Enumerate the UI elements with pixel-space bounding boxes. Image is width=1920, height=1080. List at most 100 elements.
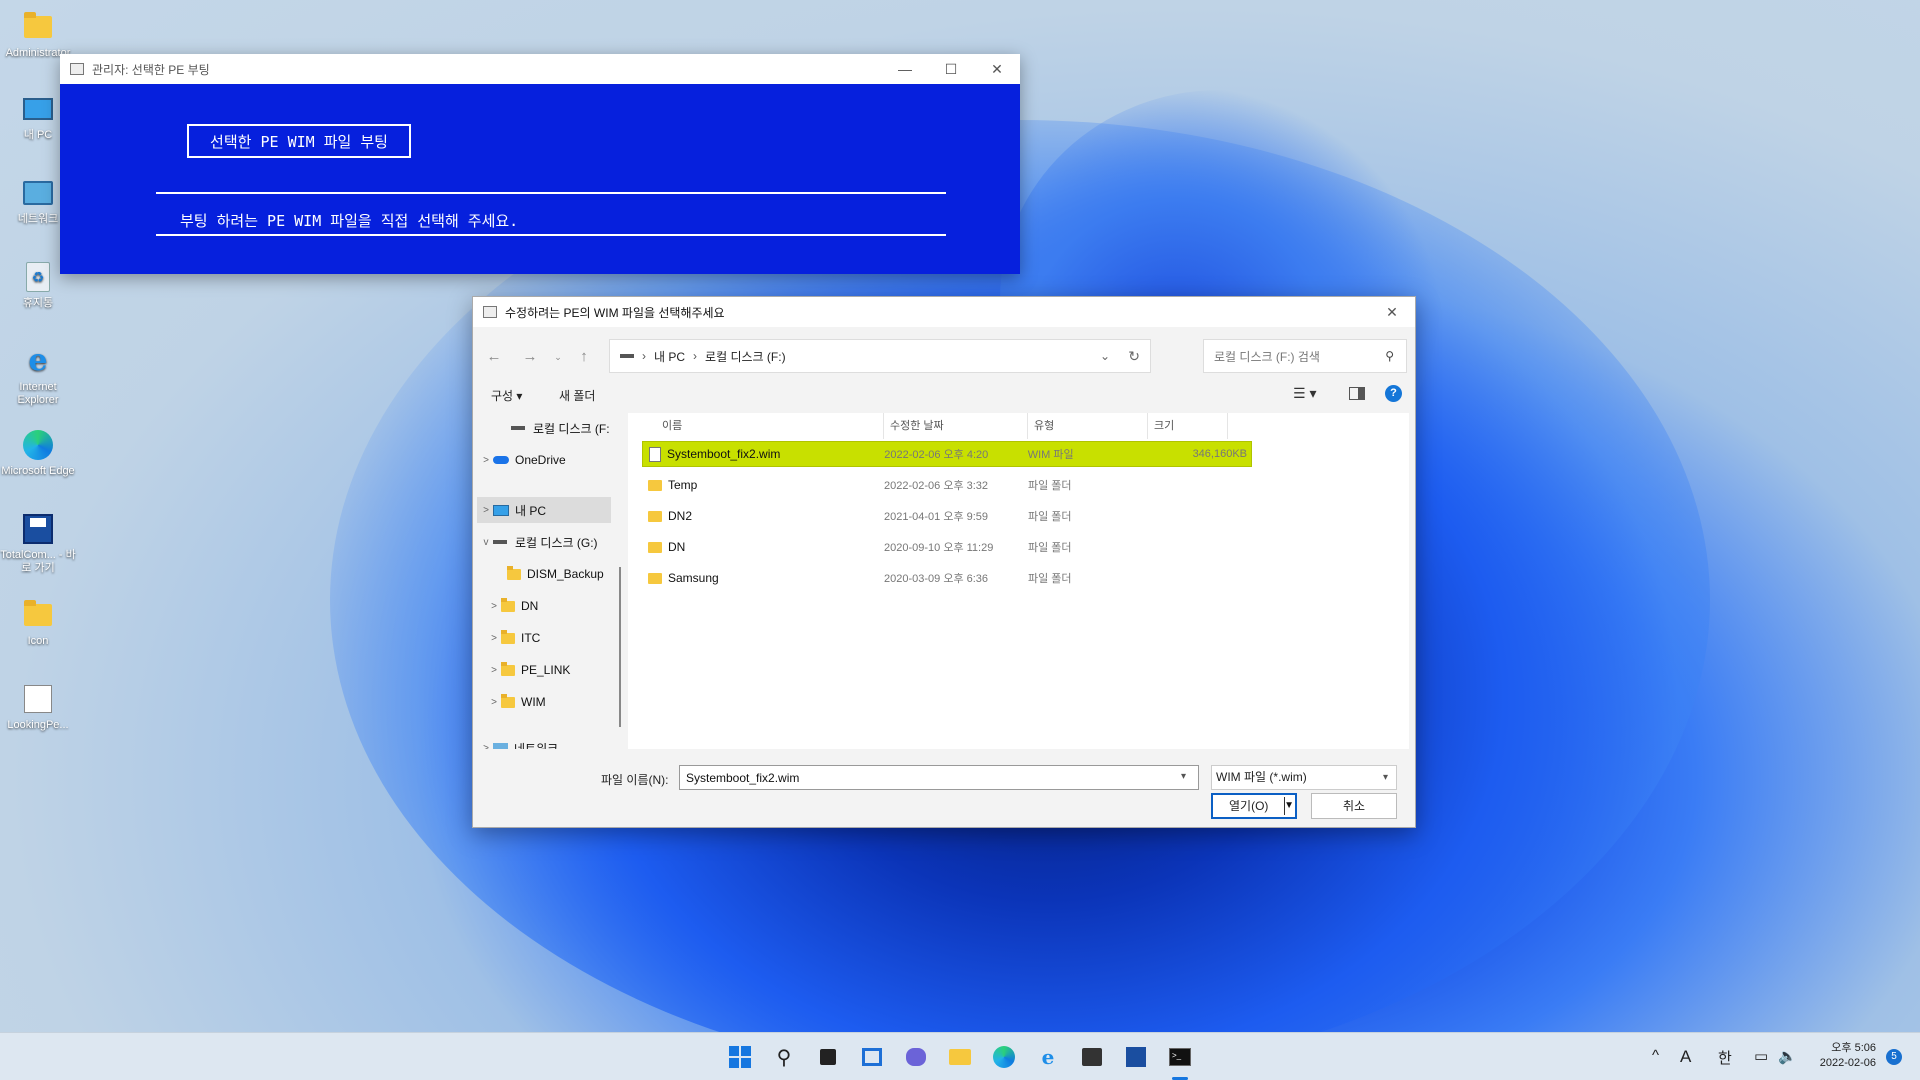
- dialog-titlebar[interactable]: 수정하려는 PE의 WIM 파일을 선택해주세요 ✕: [473, 297, 1415, 327]
- file-row[interactable]: DN2 2021-04-01 오후 9:59 파일 폴더: [642, 503, 1252, 529]
- network-icon: [21, 176, 55, 210]
- address-bar[interactable]: › 내 PC › 로컬 디스크 (F:) ⌄ ↻: [609, 339, 1151, 373]
- ime-mode-han[interactable]: 한: [1718, 1047, 1732, 1068]
- view-options-icon[interactable]: ☰ ▾: [1293, 385, 1316, 402]
- refresh-icon[interactable]: ↻: [1128, 348, 1140, 365]
- preview-pane-icon[interactable]: [1349, 387, 1365, 400]
- nav-item-wim[interactable]: > WIM: [487, 689, 546, 715]
- desktop-icon-totalcommander[interactable]: TotalCom... - 바로 가기: [0, 512, 76, 575]
- maximize-button[interactable]: ☐: [928, 54, 974, 84]
- minimize-button[interactable]: —: [882, 54, 928, 84]
- up-arrow-icon[interactable]: ↑: [573, 347, 595, 367]
- nav-item-itc[interactable]: > ITC: [487, 625, 540, 651]
- file-modified: 2020-03-09 오후 6:36: [884, 573, 989, 585]
- widgets-icon[interactable]: [858, 1043, 886, 1071]
- back-arrow-icon[interactable]: ←: [483, 347, 505, 367]
- nav-item-pe-link[interactable]: > PE_LINK: [487, 657, 570, 683]
- file-row[interactable]: Temp 2022-02-06 오후 3:32 파일 폴더: [642, 472, 1252, 498]
- file-explorer-icon[interactable]: [946, 1043, 974, 1071]
- pe-window-titlebar[interactable]: 관리자: 선택한 PE 부팅 — ☐ ✕: [60, 54, 1020, 84]
- search-box[interactable]: 로컬 디스크 (F:) 검색 ⚲: [1203, 339, 1407, 373]
- nav-item-onedrive[interactable]: > OneDrive: [479, 447, 566, 473]
- dialog-close-button[interactable]: ✕: [1369, 297, 1415, 327]
- file-row[interactable]: Samsung 2020-03-09 오후 6:36 파일 폴더: [642, 565, 1252, 591]
- nav-item-dn[interactable]: > DN: [487, 593, 538, 619]
- search-icon[interactable]: ⚲: [770, 1043, 798, 1071]
- breadcrumb-item[interactable]: 내 PC: [654, 348, 685, 365]
- column-header-modified[interactable]: 수정한 날짜: [884, 413, 1028, 439]
- console-app-icon: [70, 63, 84, 75]
- chevron-right-icon[interactable]: >: [479, 505, 493, 516]
- notification-badge[interactable]: 5: [1886, 1049, 1902, 1065]
- new-folder-button[interactable]: 새 폴더: [559, 387, 595, 404]
- desktop-icon-internet-explorer[interactable]: e Internet Explorer: [0, 344, 76, 407]
- open-button-label: 열기(O): [1229, 799, 1269, 813]
- breadcrumb-item[interactable]: 로컬 디스크 (F:): [705, 348, 786, 365]
- search-icon[interactable]: ⚲: [1385, 349, 1394, 363]
- recent-chevron-icon[interactable]: ⌄: [547, 347, 569, 367]
- chevron-down-icon: ▾: [1382, 772, 1388, 783]
- file-icon: [649, 446, 661, 462]
- close-button[interactable]: ✕: [974, 54, 1020, 84]
- network-status-icon[interactable]: ▭: [1754, 1047, 1768, 1065]
- column-header-type[interactable]: 유형: [1028, 413, 1148, 439]
- nav-item-label: ITC: [521, 631, 541, 645]
- column-header-size[interactable]: 크기: [1148, 413, 1228, 439]
- desktop-icon-icon-folder[interactable]: Icon: [0, 598, 76, 648]
- task-view-icon[interactable]: [814, 1043, 842, 1071]
- terminal-icon[interactable]: >_: [1166, 1043, 1194, 1071]
- nav-item-network[interactable]: > 네트워크: [479, 735, 558, 749]
- file-name: Systemboot_fix2.wim: [667, 447, 781, 461]
- boot-selected-pe-button[interactable]: 선택한 PE WIM 파일 부팅: [187, 124, 411, 158]
- column-header-name[interactable]: 이름: [642, 413, 884, 439]
- desktop-icon-microsoft-edge[interactable]: Microsoft Edge: [0, 428, 76, 478]
- drive-icon: [620, 354, 634, 358]
- start-icon[interactable]: [726, 1043, 754, 1071]
- pe-instruction-text: 부팅 하려는 PE WIM 파일을 직접 선택해 주세요.: [180, 212, 519, 230]
- folder-icon: [21, 598, 55, 632]
- nav-item-dism-backup[interactable]: DISM_Backup: [493, 561, 604, 587]
- nav-item-local-disk-f[interactable]: 로컬 디스크 (F:: [497, 415, 610, 441]
- filetype-select[interactable]: WIM 파일 (*.wim) ▾: [1211, 765, 1397, 790]
- open-button[interactable]: 열기(O) ▼: [1211, 793, 1297, 819]
- tray-chevron-icon[interactable]: ^: [1652, 1047, 1659, 1064]
- help-icon[interactable]: ?: [1385, 385, 1402, 402]
- recycle-bin-icon: ♻: [21, 260, 55, 294]
- chevron-right-icon[interactable]: >: [487, 665, 501, 676]
- clock[interactable]: 오후 5:06 2022-02-06: [1820, 1041, 1876, 1071]
- desktop-icon-lookingpe[interactable]: LookingPe...: [0, 682, 76, 732]
- filename-dropdown-icon[interactable]: ▾: [1181, 771, 1186, 782]
- file-row[interactable]: DN 2020-09-10 오후 11:29 파일 폴더: [642, 534, 1252, 560]
- internet-explorer-icon[interactable]: e: [1034, 1043, 1062, 1071]
- clock-time: 오후 5:06: [1831, 1042, 1876, 1054]
- internet-explorer-icon: e: [28, 343, 48, 378]
- edge-icon[interactable]: [990, 1043, 1018, 1071]
- address-row: ← → ⌄ ↑ › 내 PC › 로컬 디스크 (F:) ⌄ ↻ 로컬 디스크 …: [473, 339, 1415, 373]
- filename-input[interactable]: [679, 765, 1199, 790]
- chevron-right-icon[interactable]: >: [479, 743, 493, 750]
- floppy-disk-icon[interactable]: [1122, 1043, 1150, 1071]
- file-size: 346,160KB: [1192, 448, 1247, 460]
- file-list: 이름 수정한 날짜 유형 크기 Systemboot_fix2.wim 2022…: [628, 413, 1409, 749]
- chevron-right-icon[interactable]: >: [487, 633, 501, 644]
- chevron-right-icon[interactable]: >: [487, 601, 501, 612]
- nav-item-local-disk-g[interactable]: v 로컬 디스크 (G:): [479, 529, 598, 555]
- open-dropdown-icon[interactable]: ▼: [1284, 795, 1294, 817]
- nav-item-label: 로컬 디스크 (F:: [533, 421, 610, 436]
- folder-icon: [501, 597, 515, 612]
- chevron-down-icon[interactable]: v: [479, 537, 493, 548]
- chat-icon[interactable]: [902, 1043, 930, 1071]
- cancel-button[interactable]: 취소: [1311, 793, 1397, 819]
- ime-mode-a[interactable]: A: [1680, 1047, 1691, 1067]
- chevron-right-icon[interactable]: >: [487, 697, 501, 708]
- desktop-icon-administrator[interactable]: Administrator: [0, 10, 76, 60]
- forward-arrow-icon[interactable]: →: [519, 347, 541, 367]
- volume-icon[interactable]: 🔈: [1778, 1047, 1797, 1065]
- store-icon[interactable]: [1078, 1043, 1106, 1071]
- organize-button[interactable]: 구성 ▾: [491, 387, 522, 404]
- nav-scrollbar[interactable]: [619, 567, 621, 727]
- address-dropdown-icon[interactable]: ⌄: [1100, 349, 1110, 363]
- chevron-right-icon[interactable]: >: [479, 455, 493, 466]
- file-row-selected[interactable]: Systemboot_fix2.wim 2022-02-06 오후 4:20 W…: [642, 441, 1252, 467]
- nav-item-my-pc[interactable]: > 내 PC: [479, 497, 546, 523]
